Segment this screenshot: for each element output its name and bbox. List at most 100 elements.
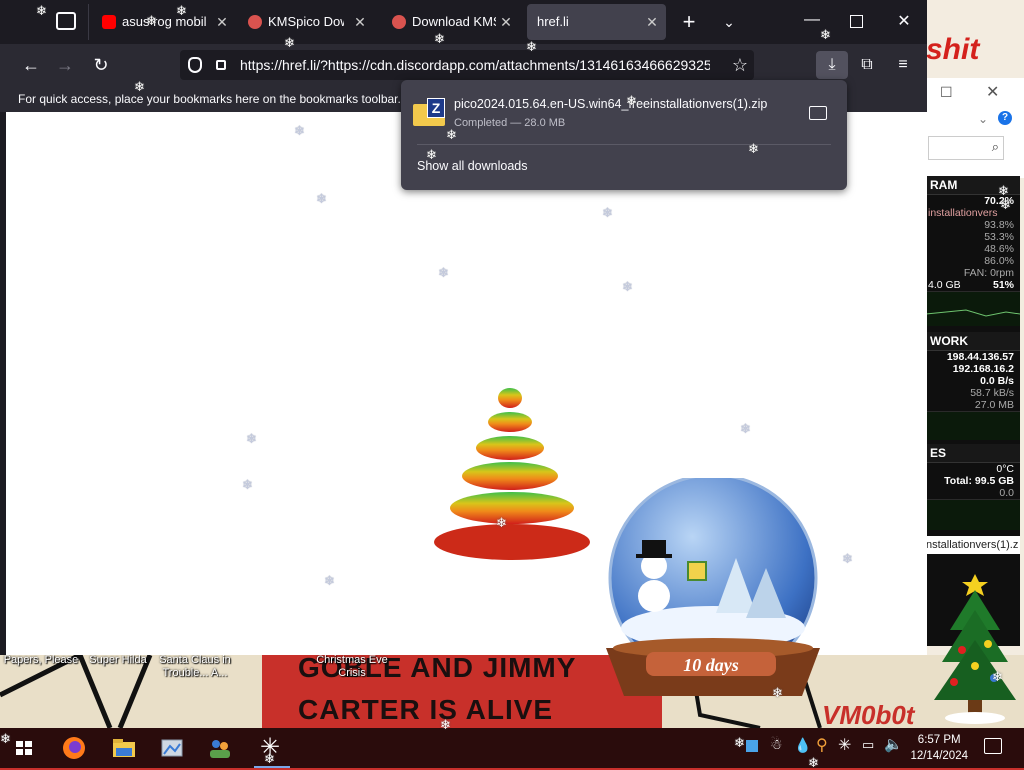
close-tab-icon[interactable]: ✕ [498,4,514,40]
ip-public: 198.44.136.57 [946,351,1014,363]
downloads-panel: Z pico2024.015.64.en-US.win64_freeinstal… [401,80,847,190]
ram-value-3: 53.3% [984,231,1014,243]
close-icon[interactable]: ✕ [986,82,999,102]
tab-download-kmspico[interactable]: Download KMSPico ✕ [386,4,520,40]
disk-graph [926,499,1020,530]
close-tab-icon[interactable]: ✕ [214,4,230,40]
extensions-icon[interactable]: ⧉ [852,51,882,79]
tray-search-icon[interactable]: ⚲ [816,735,828,755]
system-clock[interactable]: 6:57 PM 12/14/2024 [910,732,968,764]
snow-globe-decoration: 10 days [606,473,820,702]
search-input[interactable]: ⌕ [928,136,1004,160]
disk-header: ES [926,444,1020,463]
taskbar: ✳ ☃ 💧 ⚲ ✳ ▭ 🔈 6:57 PM 12/14/2024 [0,728,1024,768]
clock-date: 12/14/2024 [910,750,968,762]
network-graph [926,411,1020,440]
tab-divider [88,4,89,40]
tray-app-icon[interactable] [746,740,758,752]
menu-icon[interactable]: ≡ [888,51,918,79]
panel-divider [417,144,831,145]
notifications-icon[interactable] [984,738,1002,754]
reload-icon[interactable]: ↻ [86,51,116,79]
tab-kmspico-download[interactable]: KMSpico Download ✕ [242,4,374,40]
tab-bar: asus rog mobile ✕ KMSpico Download ✕ Dow… [0,0,927,44]
new-tab-icon[interactable]: + [678,8,700,36]
network-header: WORK [926,332,1020,351]
minimize-icon[interactable]: — [802,8,822,36]
volume-icon[interactable]: 🔈 [884,735,903,753]
disk-rate: 0.0 [999,487,1014,499]
firefox-icon[interactable] [60,734,88,762]
chevron-down-icon[interactable]: ⌄ [718,8,740,36]
tracking-shield-icon[interactable] [188,57,202,73]
tray-snowflake-icon[interactable]: ✳ [838,735,851,755]
people-app-icon[interactable] [206,734,234,762]
tab-href-li[interactable]: href.li ✕ [527,4,666,40]
file-explorer-icon[interactable] [110,734,138,762]
tab-list-icon[interactable] [56,12,76,30]
wallpaper-vm-text: VM0b0t [822,700,915,730]
ram-percent: 51% [992,279,1014,291]
ram-value-4: 48.6% [984,243,1014,255]
tab-asus-rog[interactable]: asus rog mobile ✕ [96,4,236,40]
bookmark-star-icon[interactable]: ☆ [732,52,748,78]
tab-label: Download KMSPico [412,14,496,29]
back-icon[interactable]: ← [16,51,46,79]
desktop-icon-papers-please[interactable]: Papers, Please [2,654,80,667]
christmas-tree-decoration [930,570,1020,728]
forward-icon[interactable]: → [50,51,80,79]
ip-local: 192.168.16.2 [952,363,1014,375]
ram-value-5: 86.0% [984,255,1014,267]
photos-app-icon[interactable] [158,734,186,762]
folder-icon[interactable] [809,106,827,120]
net-upload-rate: 0.0 B/s [980,375,1014,387]
close-tab-icon[interactable]: ✕ [644,4,660,40]
downloads-icon[interactable]: ⤓ [816,51,848,79]
desktop-icon-super-hilda[interactable]: Super Hilda [82,654,154,667]
lock-icon[interactable] [216,60,226,70]
tray-snowman-icon[interactable]: ☃ [770,736,783,753]
help-icon[interactable]: ? [998,111,1012,125]
tab-label: asus rog mobile [122,14,206,29]
maximize-icon[interactable] [850,15,863,28]
ram-total: 4.0 GB [928,279,961,291]
net-download-rate: 58.7 kB/s [970,387,1014,399]
tab-label: href.li [537,14,569,29]
maximize-icon[interactable]: ☐ [940,84,953,101]
kmspico-icon [248,15,262,29]
kmspico-icon [392,15,406,29]
desktop-icon-santa-claus[interactable]: Santa Claus in Trouble... A... [156,654,234,680]
background-window[interactable]: ☐ ✕ ⌄ ? ⌕ [926,78,1024,178]
zip-file-icon: Z [413,98,445,126]
search-icon: ⌕ [991,139,999,154]
ram-header: RAM [926,176,1020,195]
wallpaper-top-right-text: shit [926,33,980,66]
youtube-icon [102,15,116,29]
tray-drop-icon[interactable]: 💧 [794,737,811,754]
url-text[interactable]: https://href.li/?https://cdn.discordapp.… [240,50,710,80]
snowflake-app-icon[interactable]: ✳ [256,734,284,762]
desktop-icon-christmas-eve-crisis[interactable]: Christmas Eve Crisis [310,654,394,680]
net-total: 27.0 MB [974,399,1014,411]
download-filename[interactable]: pico2024.015.64.en-US.win64_freeinstalla… [454,97,767,111]
clock-time: 6:57 PM [917,734,961,746]
windows-start-icon[interactable] [10,734,38,762]
ram-process-label: installationvers [928,207,998,219]
banner-line-2: CARTER IS ALIVE [298,694,554,725]
chevron-down-icon[interactable]: ⌄ [978,112,988,126]
show-all-downloads-button[interactable]: Show all downloads [417,159,528,173]
countdown-label: 10 days [683,655,739,675]
close-window-icon[interactable]: ✕ [894,8,914,36]
ram-graph [925,291,1021,326]
fan-speed: FAN: 0rpm [963,267,1014,279]
network-icon[interactable]: ▭ [862,737,874,753]
bookmarks-hint: For quick access, place your bookmarks h… [18,92,401,106]
disk-total: Total: 99.5 GB [944,475,1014,487]
tab-label: KMSpico Download [268,14,344,29]
partial-filename-text: nstallationvers(1).z [926,536,1020,554]
address-bar[interactable]: https://href.li/?https://cdn.discordapp.… [180,50,754,80]
disk-temp: 0°C [996,463,1014,475]
close-tab-icon[interactable]: ✕ [352,4,368,40]
ram-value-2: 93.8% [984,219,1014,231]
ram-value-1: 70.2% [984,195,1014,207]
